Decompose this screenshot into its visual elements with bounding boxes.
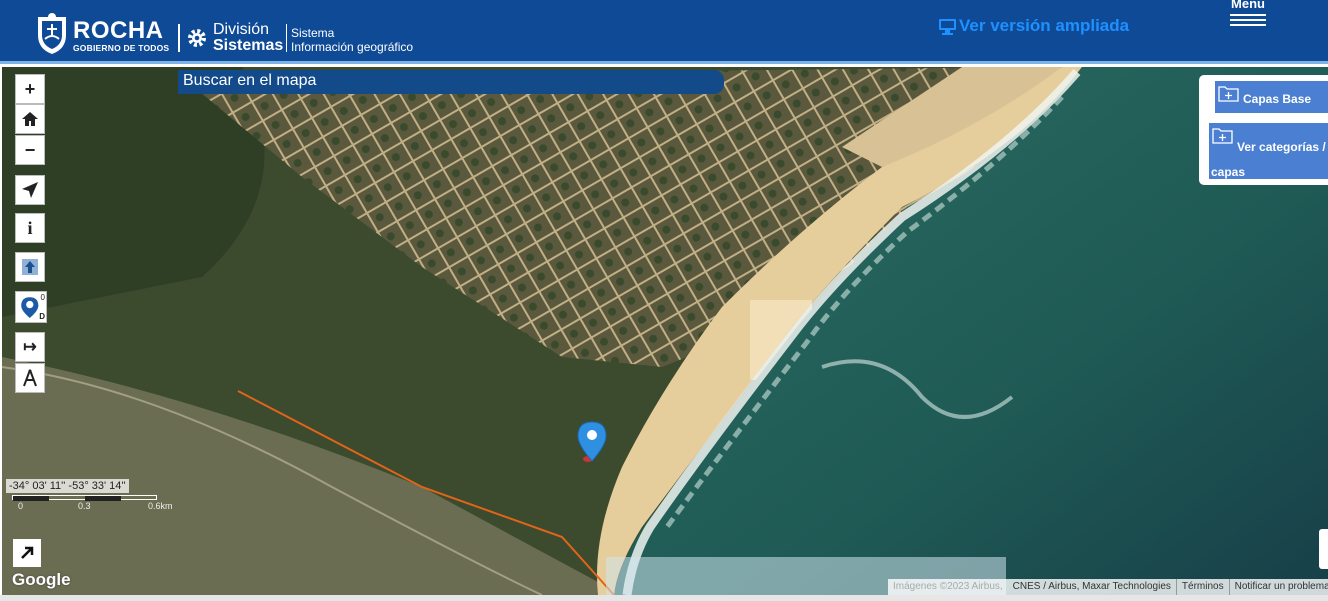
satellite-map[interactable]: Buscar en el mapa + − i 0 D ↦ Capas Base… <box>2 67 1328 595</box>
gps-button[interactable]: 0 D <box>15 291 47 323</box>
zoom-in-icon: + <box>24 78 36 99</box>
measure-button[interactable]: ↦ <box>15 332 45 362</box>
layers-panel: Capas Base Ver categorías / capas <box>1199 75 1328 185</box>
monitor-icon <box>939 18 956 35</box>
categories-layers-label: Ver categorías / capas <box>1211 140 1326 179</box>
base-layers-button[interactable]: Capas Base <box>1215 81 1328 113</box>
scale-label-1: 0.3 <box>78 501 91 511</box>
gps-badge-top: 0 <box>40 293 45 302</box>
system-label: Sistema <box>291 26 335 40</box>
measure-distance-icon: ↦ <box>23 339 37 356</box>
categories-layers-button[interactable]: Ver categorías / capas <box>1209 123 1328 179</box>
bottom-bar <box>0 595 1328 601</box>
home-button[interactable] <box>15 104 45 134</box>
upload-button[interactable] <box>15 252 45 282</box>
info-icon: i <box>27 217 33 238</box>
report-problem-link[interactable]: Notificar un problema c <box>1228 579 1328 595</box>
app-header: ROCHA GOBIERNO DE TODOS División Sistema… <box>0 0 1328 64</box>
base-layers-label: Capas Base <box>1243 92 1312 106</box>
fullscreen-button[interactable] <box>13 539 41 567</box>
side-panel-toggle[interactable] <box>1319 529 1328 569</box>
map-search-input[interactable]: Buscar en el mapa <box>178 70 724 94</box>
division-name: Sistemas <box>213 37 284 54</box>
rocha-shield-icon <box>38 13 66 54</box>
locate-button[interactable] <box>15 175 45 205</box>
menu-label: Menu <box>1231 0 1265 11</box>
header-divider-2 <box>286 24 287 52</box>
compass-draw-icon <box>23 369 37 387</box>
draw-button[interactable] <box>15 363 45 393</box>
attribution-providers: CNES / Airbus, Maxar Technologies <box>1012 581 1171 592</box>
zoom-out-icon: − <box>24 139 36 160</box>
scale-label-2: 0.6km <box>148 501 173 511</box>
folder-add-icon <box>1218 86 1239 102</box>
menu-button[interactable]: Menu <box>1228 0 1268 32</box>
location-marker-icon[interactable] <box>576 421 608 463</box>
gear-icon <box>188 29 206 47</box>
home-icon <box>22 112 38 126</box>
attribution-imagery: Imágenes ©2023 Airbus, <box>893 581 1003 592</box>
coordinates-readout: -34° 03' 11'' -53° 33' 14'' <box>6 479 129 493</box>
brand-subtitle: GOBIERNO DE TODOS <box>73 43 170 53</box>
upload-icon <box>22 259 38 275</box>
zoom-out-button[interactable]: − <box>15 135 45 165</box>
terms-link[interactable]: Términos <box>1175 579 1229 595</box>
expanded-view-link[interactable]: Ver versión ampliada <box>938 16 1129 36</box>
locate-arrow-icon <box>22 182 38 198</box>
google-logo: Google <box>12 570 71 589</box>
map-imagery <box>2 67 1328 595</box>
system-name: Información geográfico <box>291 40 414 54</box>
zoom-in-button[interactable]: + <box>15 74 45 104</box>
brand-title: ROCHA <box>73 17 164 44</box>
info-button[interactable]: i <box>15 213 45 243</box>
map-attribution: Imágenes ©2023 Airbus, CNES / Airbus, Ma… <box>888 579 1328 595</box>
scale-label-0: 0 <box>18 501 24 511</box>
expanded-view-label: Ver versión ampliada <box>959 16 1130 35</box>
expand-arrow-icon <box>21 546 34 559</box>
header-divider <box>178 24 180 52</box>
scale-bar: 0 0.3 0.6km <box>12 495 173 513</box>
gps-badge-bottom: D <box>39 312 45 321</box>
hamburger-icon <box>1228 14 1268 26</box>
